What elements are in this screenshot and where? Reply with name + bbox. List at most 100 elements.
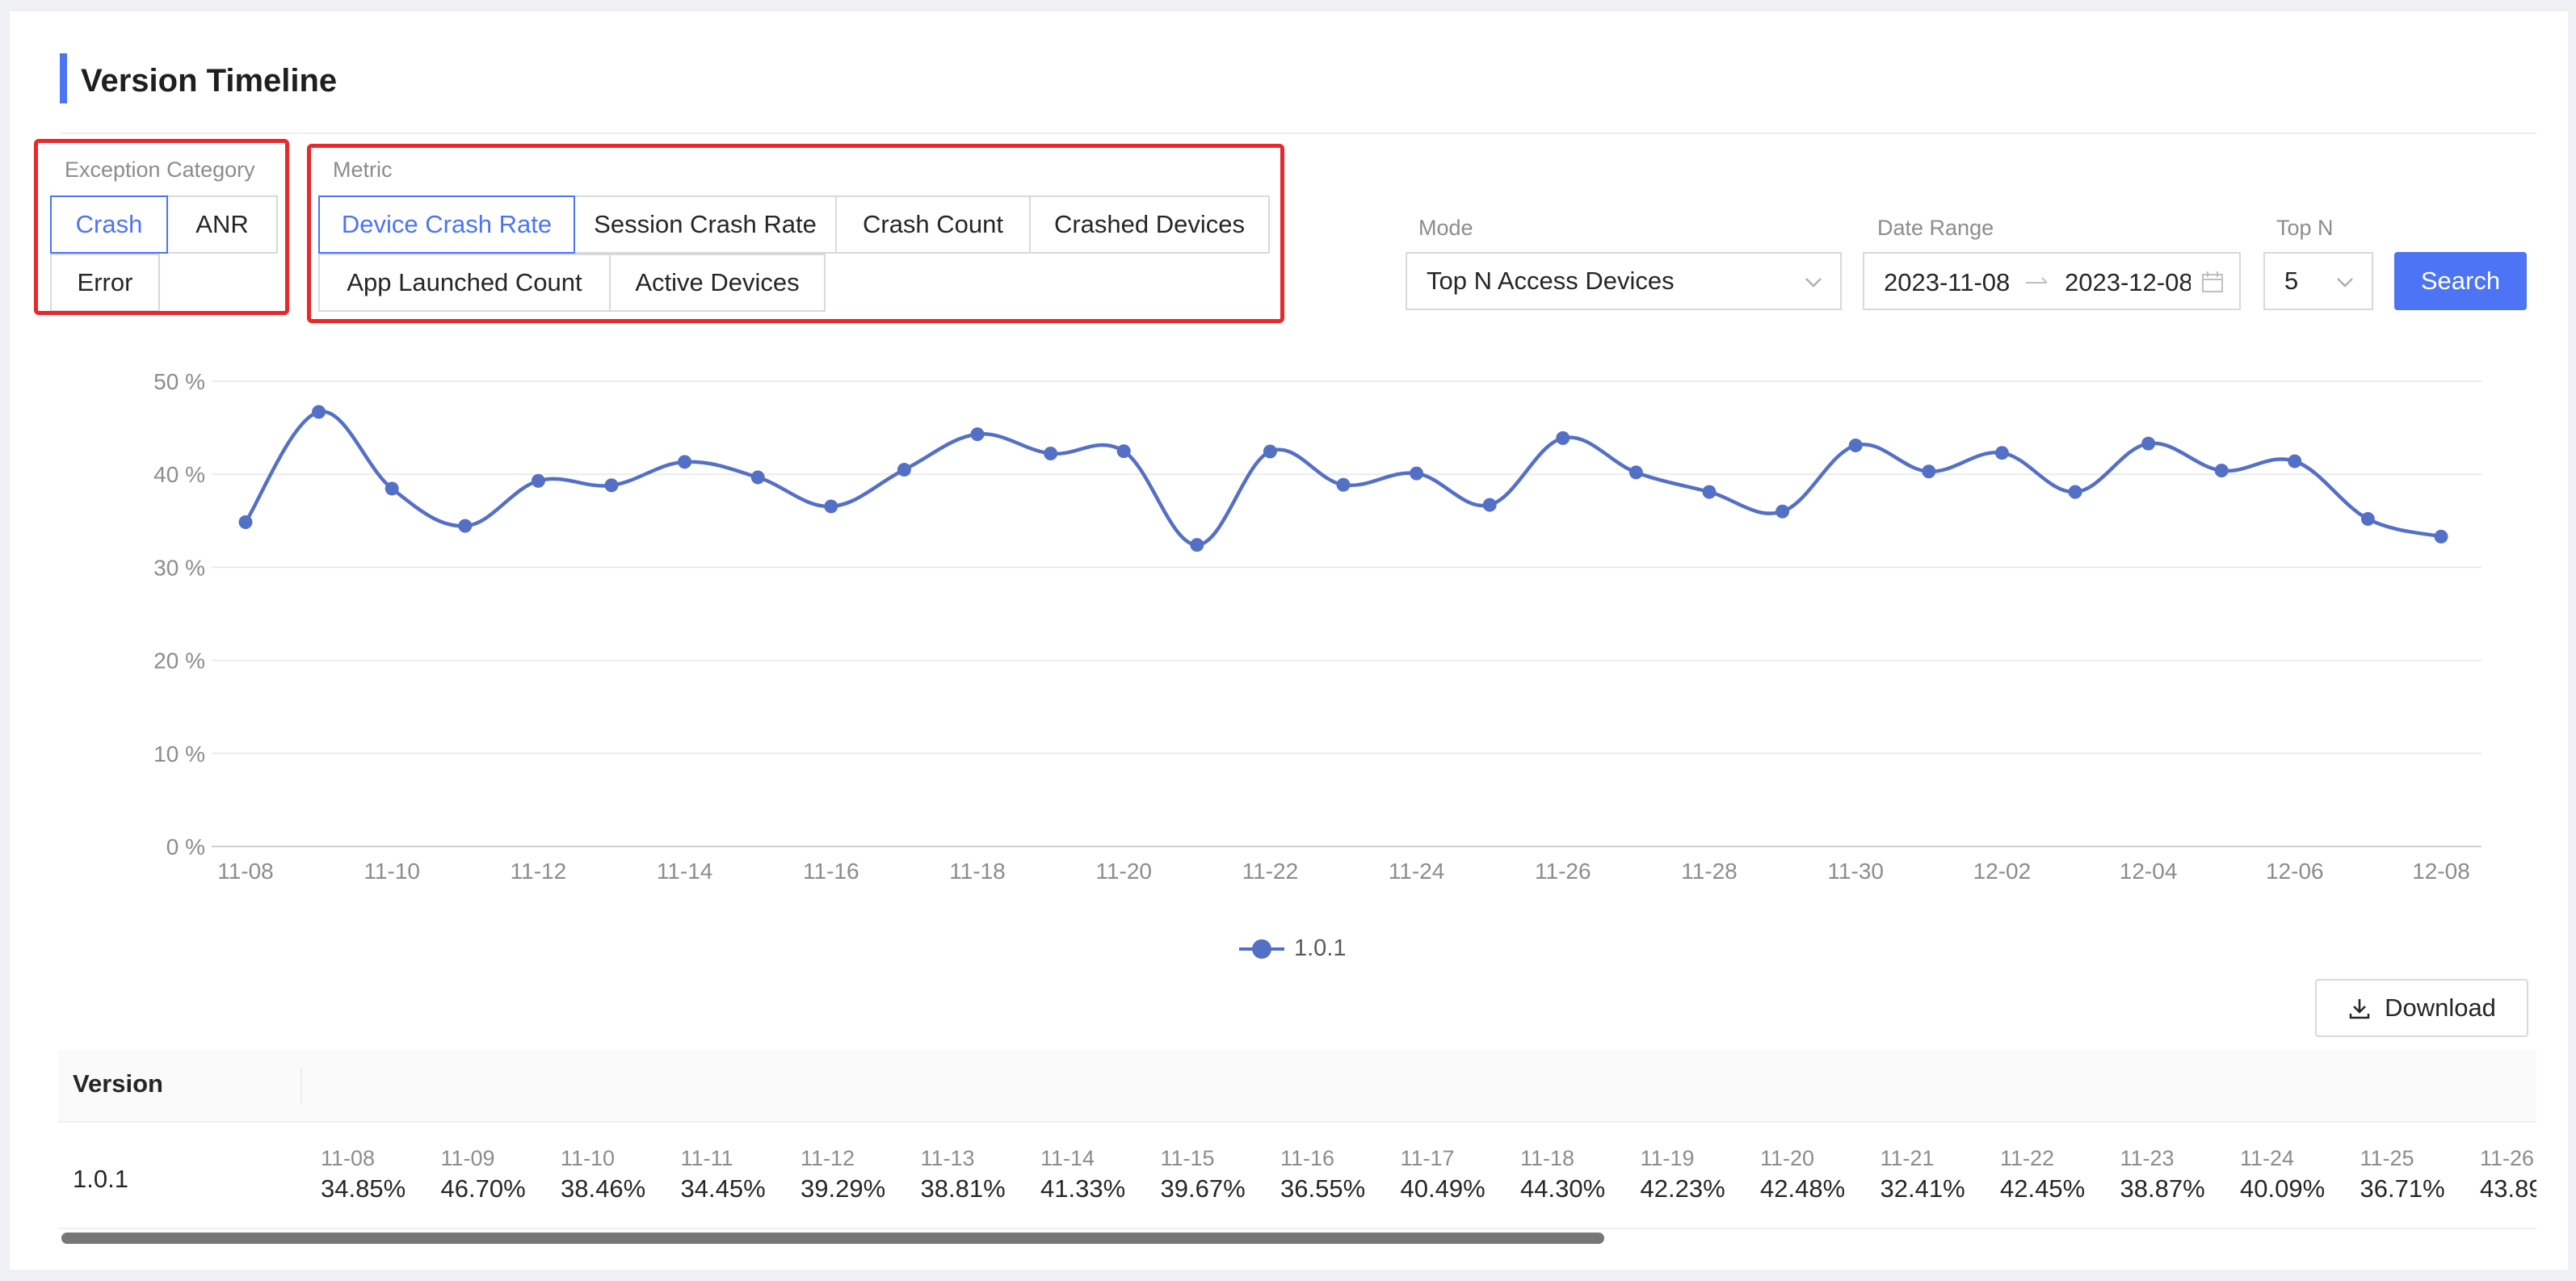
- category-crash-button[interactable]: Crash: [50, 195, 168, 254]
- table-cell: 11-21 32.41%: [1881, 1145, 2001, 1207]
- cell-value: 42.45%: [2000, 1174, 2086, 1203]
- cell-value: 46.70%: [440, 1174, 526, 1203]
- column-divider: [300, 1068, 302, 1105]
- x-tick-label: 11-12: [511, 859, 567, 884]
- metric-label: Metric: [333, 158, 393, 182]
- x-tick-label: 11-30: [1827, 859, 1884, 884]
- crash-rate-line-chart: 0 % 10 % 20 % 30 % 40 % 50 % 11-08 11-10 11-12 11…: [153, 369, 2481, 884]
- title-divider: [60, 132, 2536, 134]
- data-point: [1482, 498, 1497, 512]
- top-n-label: Top N: [2276, 216, 2334, 240]
- cell-date: 11-16: [1280, 1146, 1335, 1170]
- data-point: [604, 478, 619, 493]
- cell-value: 39.29%: [801, 1174, 886, 1203]
- category-anr-button[interactable]: ANR: [166, 195, 278, 254]
- cell-date: 11-10: [561, 1146, 616, 1170]
- x-tick-label: 11-28: [1681, 859, 1738, 884]
- cell-date: 11-09: [440, 1146, 495, 1170]
- horizontal-scrollbar[interactable]: [61, 1233, 1604, 1244]
- metric-session-crash-rate-button[interactable]: Session Crash Rate: [574, 195, 837, 254]
- y-tick-label: 40 %: [153, 462, 205, 487]
- arrow-right-icon: [2026, 277, 2048, 284]
- cell-date: 11-21: [1880, 1146, 1935, 1170]
- y-tick-label: 30 %: [153, 555, 205, 580]
- cell-value: 36.55%: [1280, 1174, 1366, 1203]
- data-point: [2360, 511, 2375, 526]
- data-point: [385, 481, 399, 496]
- legend-series-name: 1.0.1: [1294, 935, 1347, 961]
- y-tick-label: 10 %: [153, 741, 205, 766]
- x-tick-label: 11-24: [1389, 859, 1445, 884]
- x-tick-label: 12-04: [2120, 859, 2178, 884]
- data-point: [1628, 465, 1643, 480]
- table-header: Version: [58, 1050, 2536, 1123]
- x-tick-label: 11-22: [1242, 859, 1299, 884]
- cell-value: 39.67%: [1160, 1174, 1246, 1203]
- cell-date: 11-15: [1160, 1146, 1215, 1170]
- x-tick-label: 12-02: [1973, 859, 2032, 884]
- top-n-select[interactable]: 5: [2263, 252, 2373, 310]
- calendar-icon[interactable]: [2200, 270, 2225, 294]
- chart-legend[interactable]: 1.0.1: [1238, 935, 1347, 962]
- legend-series-marker: [1239, 939, 1284, 959]
- table-cell: 11-09 46.70%: [441, 1145, 561, 1207]
- table-cell: 11-17 40.49%: [1401, 1145, 1521, 1207]
- cell-date: 11-19: [1640, 1146, 1695, 1170]
- cell-value: 34.85%: [321, 1174, 406, 1203]
- table-cell: 11-12 39.29%: [801, 1145, 921, 1207]
- mode-label: Mode: [1418, 216, 1473, 240]
- download-icon: [2349, 999, 2370, 1019]
- table-cell: 11-25 36.71%: [2360, 1145, 2481, 1207]
- cell-value: 38.81%: [920, 1174, 1006, 1203]
- metric-active-devices-button[interactable]: Active Devices: [609, 254, 826, 312]
- table-cell: 11-24 40.09%: [2240, 1145, 2360, 1207]
- table-cell: 11-19 42.23%: [1641, 1145, 1761, 1207]
- metric-device-crash-rate-button[interactable]: Device Crash Rate: [318, 195, 575, 254]
- cell-date: 11-25: [2360, 1146, 2414, 1170]
- data-point: [2434, 529, 2448, 544]
- cell-value: 42.23%: [1640, 1174, 1725, 1203]
- date-start-input[interactable]: 2023-11-08: [1884, 267, 2010, 299]
- metric-app-launched-count-button[interactable]: App Launched Count: [318, 254, 611, 312]
- mode-select[interactable]: Top N Access Devices: [1406, 252, 1842, 310]
- cell-value: 38.87%: [2120, 1174, 2205, 1203]
- table-cell: 11-22 42.45%: [2000, 1145, 2120, 1207]
- data-point: [2288, 454, 2302, 468]
- date-range-picker[interactable]: 2023-11-08 2023-12-08: [1863, 252, 2241, 310]
- data-point: [2068, 485, 2082, 499]
- table-cell: 11-20 42.48%: [1760, 1145, 1881, 1207]
- cell-date: 11-12: [801, 1146, 855, 1170]
- cell-date: 11-08: [321, 1146, 376, 1170]
- title-accent-bar: [60, 53, 67, 103]
- data-point: [970, 427, 985, 442]
- data-point: [1044, 447, 1058, 461]
- page-title: Version Timeline: [81, 63, 338, 99]
- table-cell: 11-26 43.89%: [2480, 1145, 2536, 1207]
- table-cell: 11-14 41.33%: [1040, 1145, 1161, 1207]
- data-point: [1994, 446, 2009, 460]
- cell-value: 38.46%: [561, 1174, 646, 1203]
- cell-value: 32.41%: [1880, 1174, 1965, 1203]
- table-header-version: Version: [73, 1069, 163, 1098]
- cell-date: 11-22: [2000, 1146, 2055, 1170]
- metric-crash-count-button[interactable]: Crash Count: [835, 195, 1031, 254]
- download-button[interactable]: Download: [2315, 979, 2528, 1037]
- data-point: [1190, 538, 1204, 552]
- search-button[interactable]: Search: [2394, 252, 2527, 310]
- data-point: [1702, 485, 1717, 499]
- cell-value: 43.89%: [2480, 1174, 2536, 1203]
- cell-value: 41.33%: [1040, 1174, 1126, 1203]
- table-cell: 11-10 38.46%: [561, 1145, 681, 1207]
- cell-value: 42.48%: [1760, 1174, 1846, 1203]
- cell-date: 11-13: [920, 1146, 975, 1170]
- data-point: [750, 470, 765, 485]
- table-row: 1.0.1 11-08 34.85% 11-09 46.70% 11-10 38.46% 1…: [58, 1123, 2536, 1229]
- x-tick-label: 11-18: [949, 859, 1006, 884]
- category-error-button[interactable]: Error: [50, 254, 160, 312]
- date-end-input[interactable]: 2023-12-08: [2065, 267, 2191, 299]
- metric-crashed-devices-button[interactable]: Crashed Devices: [1029, 195, 1270, 254]
- cell-date: 11-23: [2120, 1146, 2175, 1170]
- cell-value: 40.49%: [1400, 1174, 1486, 1203]
- download-label: Download: [2385, 993, 2496, 1022]
- data-point: [1556, 430, 1570, 445]
